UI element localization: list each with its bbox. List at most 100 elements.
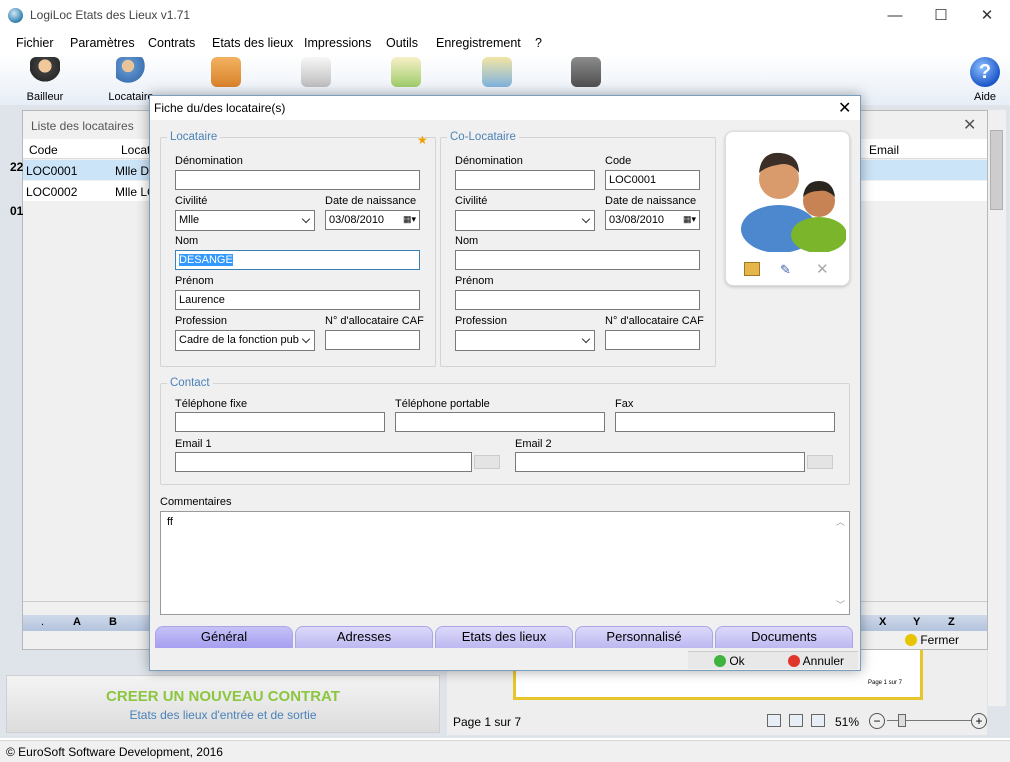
zoom-in-icon[interactable]: + (971, 713, 987, 729)
menu-etats-des-lieux[interactable]: Etats des lieux (212, 36, 293, 50)
tab-general[interactable]: Général (155, 626, 293, 648)
scroll-down-icon[interactable]: ﹀ (836, 598, 845, 611)
menu-outils[interactable]: Outils (386, 36, 418, 50)
colocataire-legend: Co-Locataire (447, 131, 519, 143)
nom-label: Nom (175, 235, 199, 247)
co-prenom-input[interactable] (455, 290, 700, 310)
prenom-input[interactable]: Laurence (175, 290, 420, 310)
app-icon (8, 8, 23, 23)
menu-impressions[interactable]: Impressions (304, 36, 371, 50)
scroll-thumb[interactable] (990, 130, 1003, 210)
page-indicator: Page 1 sur 7 (453, 715, 522, 729)
co-dob-input[interactable]: 03/08/2010 ▦▾ (605, 210, 700, 230)
comments-textarea[interactable]: ff ︿ ﹀ (160, 511, 850, 615)
co-profession-select[interactable] (455, 330, 595, 351)
letter-y[interactable]: Y (913, 616, 920, 628)
list-close-button[interactable]: ✕ (963, 115, 976, 135)
calendar-icon[interactable]: ▦▾ (403, 214, 416, 225)
letter-dot[interactable]: . (41, 616, 44, 628)
tab-strip: Général Adresses Etats des lieux Personn… (150, 626, 860, 650)
dialog-close-button[interactable]: ✕ (838, 98, 851, 118)
close-window-button[interactable]: ✕ (964, 0, 1010, 31)
zoom-level: 51% (835, 715, 860, 729)
aide-button[interactable]: ? Aide (966, 55, 1004, 105)
printer-icon (482, 57, 512, 87)
menu-enregistrement[interactable]: Enregistrement (436, 36, 521, 50)
letter-z[interactable]: Z (948, 616, 955, 628)
civilite-select[interactable]: Mlle (175, 210, 315, 231)
fermer-button[interactable]: Fermer (905, 633, 959, 647)
dob-input[interactable]: 03/08/2010 ▦▾ (325, 210, 420, 230)
nom-input[interactable]: DESANGE (175, 250, 420, 270)
tab-etats-des-lieux[interactable]: Etats des lieux (435, 626, 573, 648)
ok-button[interactable]: Ok (714, 654, 745, 668)
email1-input[interactable] (175, 452, 472, 472)
cancel-button[interactable]: Annuler (788, 654, 844, 668)
co-dob-label: Date de naissance (605, 195, 697, 207)
caf-input[interactable] (325, 330, 420, 350)
view-multi-icon[interactable] (811, 714, 825, 727)
users-avatar-icon (741, 152, 846, 252)
email2-input[interactable] (515, 452, 805, 472)
col-email[interactable]: Email (869, 143, 899, 157)
co-nom-input[interactable] (455, 250, 700, 270)
email1-label: Email 1 (175, 438, 212, 450)
locataire-icon (116, 57, 146, 87)
side-number: 01 (10, 204, 24, 218)
chevron-down-icon (301, 334, 311, 344)
copyright-text: © EuroSoft Software Development, 2016 (6, 745, 223, 759)
menu-contrats[interactable]: Contrats (148, 36, 195, 50)
create-contract-subtitle: Etats des lieux d'entrée et de sortie (129, 708, 317, 722)
status-bar: © EuroSoft Software Development, 2016 (0, 740, 1010, 762)
contact-legend: Contact (167, 377, 213, 389)
preview-page-number: Page 1 sur 7 (868, 680, 903, 686)
import-photo-icon[interactable] (744, 262, 760, 276)
bailleur-button[interactable]: Bailleur (20, 55, 70, 105)
document-sign-icon (301, 57, 331, 87)
calendar-icon[interactable]: ▦▾ (683, 214, 696, 225)
view-single-icon[interactable] (767, 714, 781, 727)
menu-bar: Fichier Paramètres Contrats Etats des li… (0, 31, 1010, 55)
photo-box: ✎ ✕ (725, 131, 850, 286)
co-civilite-select[interactable] (455, 210, 595, 231)
co-code-input[interactable]: LOC0001 (605, 170, 700, 190)
view-fit-icon[interactable] (789, 714, 803, 727)
fax-label: Fax (615, 398, 634, 410)
comments-label: Commentaires (160, 496, 232, 508)
vertical-scrollbar[interactable] (988, 110, 1006, 706)
maximize-button[interactable]: ☐ (918, 0, 964, 31)
send-email2-icon[interactable] (807, 455, 833, 469)
favorite-star-icon[interactable]: ★ (417, 133, 428, 147)
tab-personnalise[interactable]: Personnalisé (575, 626, 713, 648)
delete-photo-icon[interactable]: ✕ (816, 260, 829, 278)
scroll-up-icon[interactable]: ︿ (836, 515, 845, 528)
letter-x[interactable]: X (879, 616, 886, 628)
fermer-icon (905, 634, 917, 646)
create-contract-banner[interactable]: CREER UN NOUVEAU CONTRAT Etats des lieux… (6, 675, 440, 733)
dialog-button-bar: Ok Annuler (688, 651, 858, 669)
send-email1-icon[interactable] (474, 455, 500, 469)
edit-photo-icon[interactable]: ✎ (780, 262, 791, 278)
letter-b[interactable]: B (109, 616, 117, 628)
caf-label: N° d'allocataire CAF (325, 315, 424, 327)
menu-parametres[interactable]: Paramètres (70, 36, 135, 50)
profession-select[interactable]: Cadre de la fonction pub (175, 330, 315, 351)
house-icon (211, 57, 241, 87)
zoom-slider-thumb[interactable] (898, 714, 906, 727)
fax-input[interactable] (615, 412, 835, 432)
denomination-input[interactable] (175, 170, 420, 190)
co-prenom-label: Prénom (455, 275, 494, 287)
co-denomination-input[interactable] (455, 170, 595, 190)
prenom-label: Prénom (175, 275, 214, 287)
minimize-button[interactable]: — (872, 0, 918, 31)
tab-adresses[interactable]: Adresses (295, 626, 433, 648)
zoom-out-icon[interactable]: − (869, 713, 885, 729)
menu-fichier[interactable]: Fichier (16, 36, 54, 50)
tel-portable-input[interactable] (395, 412, 605, 432)
letter-a[interactable]: A (73, 616, 81, 628)
co-caf-input[interactable] (605, 330, 700, 350)
col-code[interactable]: Code (29, 143, 58, 157)
tab-documents[interactable]: Documents (715, 626, 853, 648)
menu-help[interactable]: ? (535, 36, 542, 50)
tel-fixe-input[interactable] (175, 412, 385, 432)
